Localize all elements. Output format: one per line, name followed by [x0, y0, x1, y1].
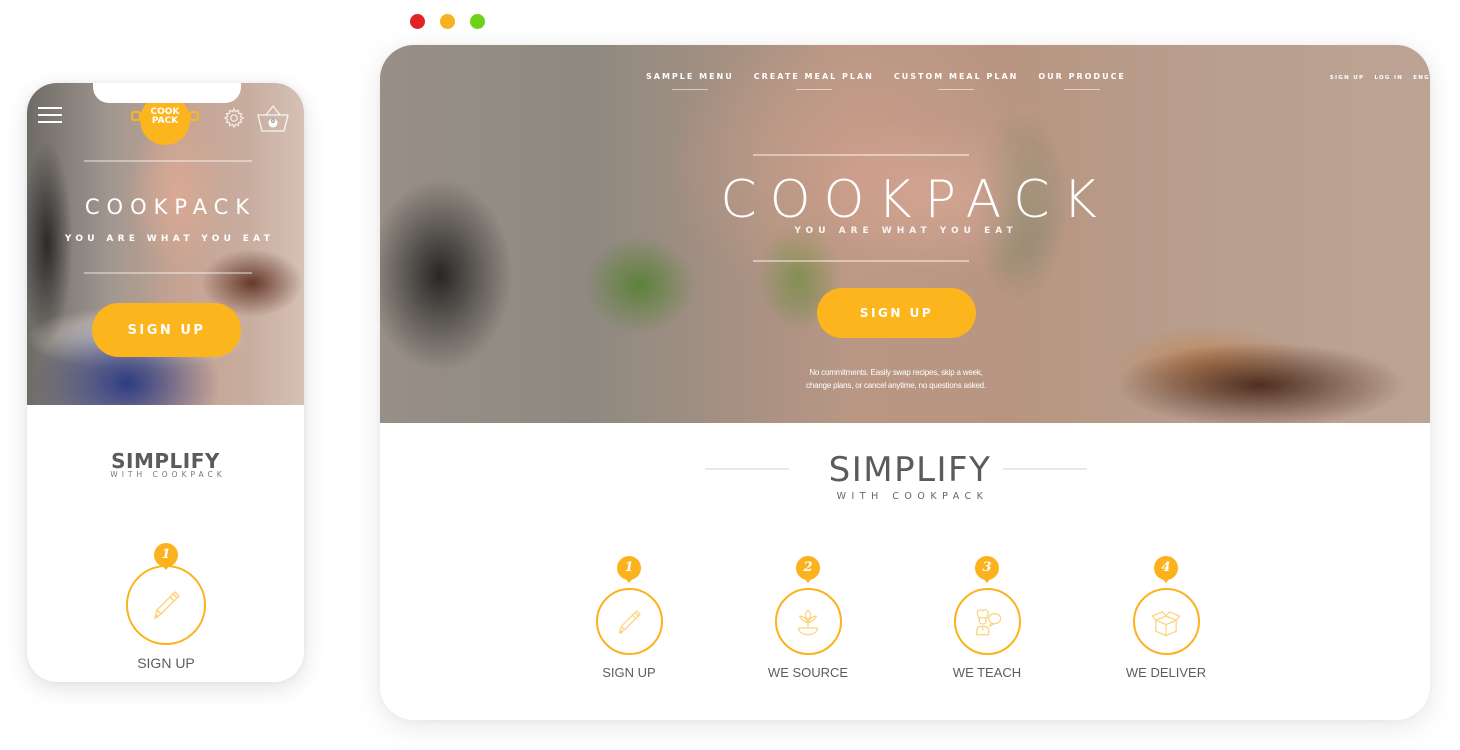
nav-underline — [671, 89, 708, 90]
step-number-badge: 1 — [617, 556, 641, 583]
step-label: WE SOURCE — [767, 665, 849, 680]
step-icon-circle — [1132, 588, 1200, 655]
nav-custom-meal-plan[interactable]: CUSTOM MEAL PLAN — [894, 72, 1018, 90]
chef-chat-icon — [976, 608, 1002, 635]
step-label: WE DELIVER — [1125, 665, 1207, 680]
simplify-section: SIMPLIFY WITH COOKPACK 1 SIGN UP 2 WE SO… — [380, 423, 1430, 720]
pencil-icon — [154, 591, 180, 619]
step-sign-up[interactable]: 1 SIGN UP — [594, 556, 664, 680]
step-number-badge: 3 — [975, 556, 999, 583]
close-window-button[interactable] — [410, 14, 425, 29]
step-label: SIGN UP — [602, 665, 656, 680]
mobile-simplify-heading: SIMPLIFY WITH COOKPACK — [27, 449, 304, 479]
sign-up-link[interactable]: SIGN UP — [1330, 75, 1365, 81]
logo-handle-left — [131, 111, 141, 121]
step-icon-circle — [953, 588, 1021, 655]
language-selector[interactable]: ENG — [1413, 75, 1430, 81]
nav-underline — [938, 89, 975, 90]
step-number-badge: 1 — [154, 543, 178, 570]
step-icon-circle — [126, 565, 206, 645]
nav-label: CUSTOM MEAL PLAN — [893, 72, 1019, 81]
mobile-hero-divider-top — [84, 160, 252, 162]
cart-count: 0 — [270, 118, 276, 125]
box-icon — [1151, 610, 1181, 636]
step-label: SIGN UP — [137, 655, 195, 671]
simplify-heading: SIMPLIFY WITH COOKPACK — [380, 447, 1430, 503]
nav-label: OUR PRODUCE — [1038, 72, 1126, 81]
phone-notch — [93, 83, 241, 103]
hero-divider-bottom — [753, 260, 969, 262]
desktop-browser-frame: SAMPLE MENU CREATE MEAL PLAN CUSTOM MEAL… — [380, 45, 1430, 720]
hamburger-menu-icon[interactable] — [38, 107, 62, 123]
nav-label: CREATE MEAL PLAN — [753, 72, 874, 81]
log-in-link[interactable]: LOG IN — [1374, 75, 1403, 81]
simplify-subtitle: WITH COOKPACK — [836, 491, 989, 502]
nav-our-produce[interactable]: OUR PRODUCE — [1038, 72, 1126, 90]
logo-text: PACK — [151, 116, 179, 126]
step-icon-circle — [774, 588, 842, 655]
gear-icon[interactable] — [223, 107, 245, 129]
maximize-window-button[interactable] — [470, 14, 485, 29]
step-number-badge: 2 — [796, 556, 820, 583]
hero-note-line: No commitments. Easily swap recipes, ski… — [809, 368, 983, 377]
main-nav: SAMPLE MENU CREATE MEAL PLAN CUSTOM MEAL… — [646, 72, 1126, 90]
nav-create-meal-plan[interactable]: CREATE MEAL PLAN — [754, 72, 874, 90]
mobile-sign-up-button[interactable]: SIGN UP — [92, 303, 241, 357]
mobile-hero-title: COOKPACK — [84, 195, 257, 219]
mobile-simplify-subtitle: WITH COOKPACK — [110, 470, 226, 479]
nav-sample-menu[interactable]: SAMPLE MENU — [646, 72, 734, 90]
nav-label: SAMPLE MENU — [646, 72, 734, 81]
nav-underline — [795, 89, 832, 90]
step-we-teach[interactable]: 3 WE TEACH — [952, 556, 1022, 680]
mobile-hero-section: COOK PACK 0 COOKPACK YOU ARE WHAT YOU EA… — [27, 83, 304, 405]
mobile-frame: COOK PACK 0 COOKPACK YOU ARE WHAT YOU EA… — [27, 83, 304, 682]
hero-note-line: change plans, or cancel anytime, no ques… — [806, 381, 986, 390]
step-we-deliver[interactable]: 4 WE DELIVER — [1126, 556, 1206, 680]
hero-divider-top — [753, 154, 969, 156]
step-we-source[interactable]: 2 WE SOURCE — [768, 556, 848, 680]
hero-note: No commitments. Easily swap recipes, ski… — [780, 366, 1012, 392]
hero-section: SAMPLE MENU CREATE MEAL PLAN CUSTOM MEAL… — [380, 45, 1430, 423]
minimize-window-button[interactable] — [440, 14, 455, 29]
hero-sign-up-button[interactable]: SIGN UP — [817, 288, 976, 338]
mobile-hero-tagline: YOU ARE WHAT YOU EAT — [64, 234, 275, 244]
step-label: WE TEACH — [952, 665, 1022, 680]
mobile-hero-divider-bottom — [84, 272, 252, 274]
window-controls — [410, 14, 485, 29]
step-icon-circle — [595, 588, 663, 655]
hero-tagline: YOU ARE WHAT YOU EAT — [794, 226, 1018, 236]
mobile-step-sign-up[interactable]: 1 SIGN UP — [126, 543, 206, 671]
pencil-icon — [619, 609, 641, 634]
steps-list: 1 SIGN UP 2 WE SOURCE 3 WE TEACH 4 WE DE… — [594, 556, 1206, 680]
logo-handle-right — [189, 111, 199, 121]
hero-title: COOKPACK — [720, 170, 1110, 230]
nav-underline — [1064, 89, 1101, 90]
sprout-icon — [798, 609, 818, 635]
step-number-badge: 4 — [1154, 556, 1178, 583]
simplify-title: SIMPLIFY — [828, 450, 992, 490]
cart-button[interactable]: 0 — [255, 103, 291, 133]
utility-nav: SIGN UP LOG IN ENG — [1330, 75, 1430, 81]
